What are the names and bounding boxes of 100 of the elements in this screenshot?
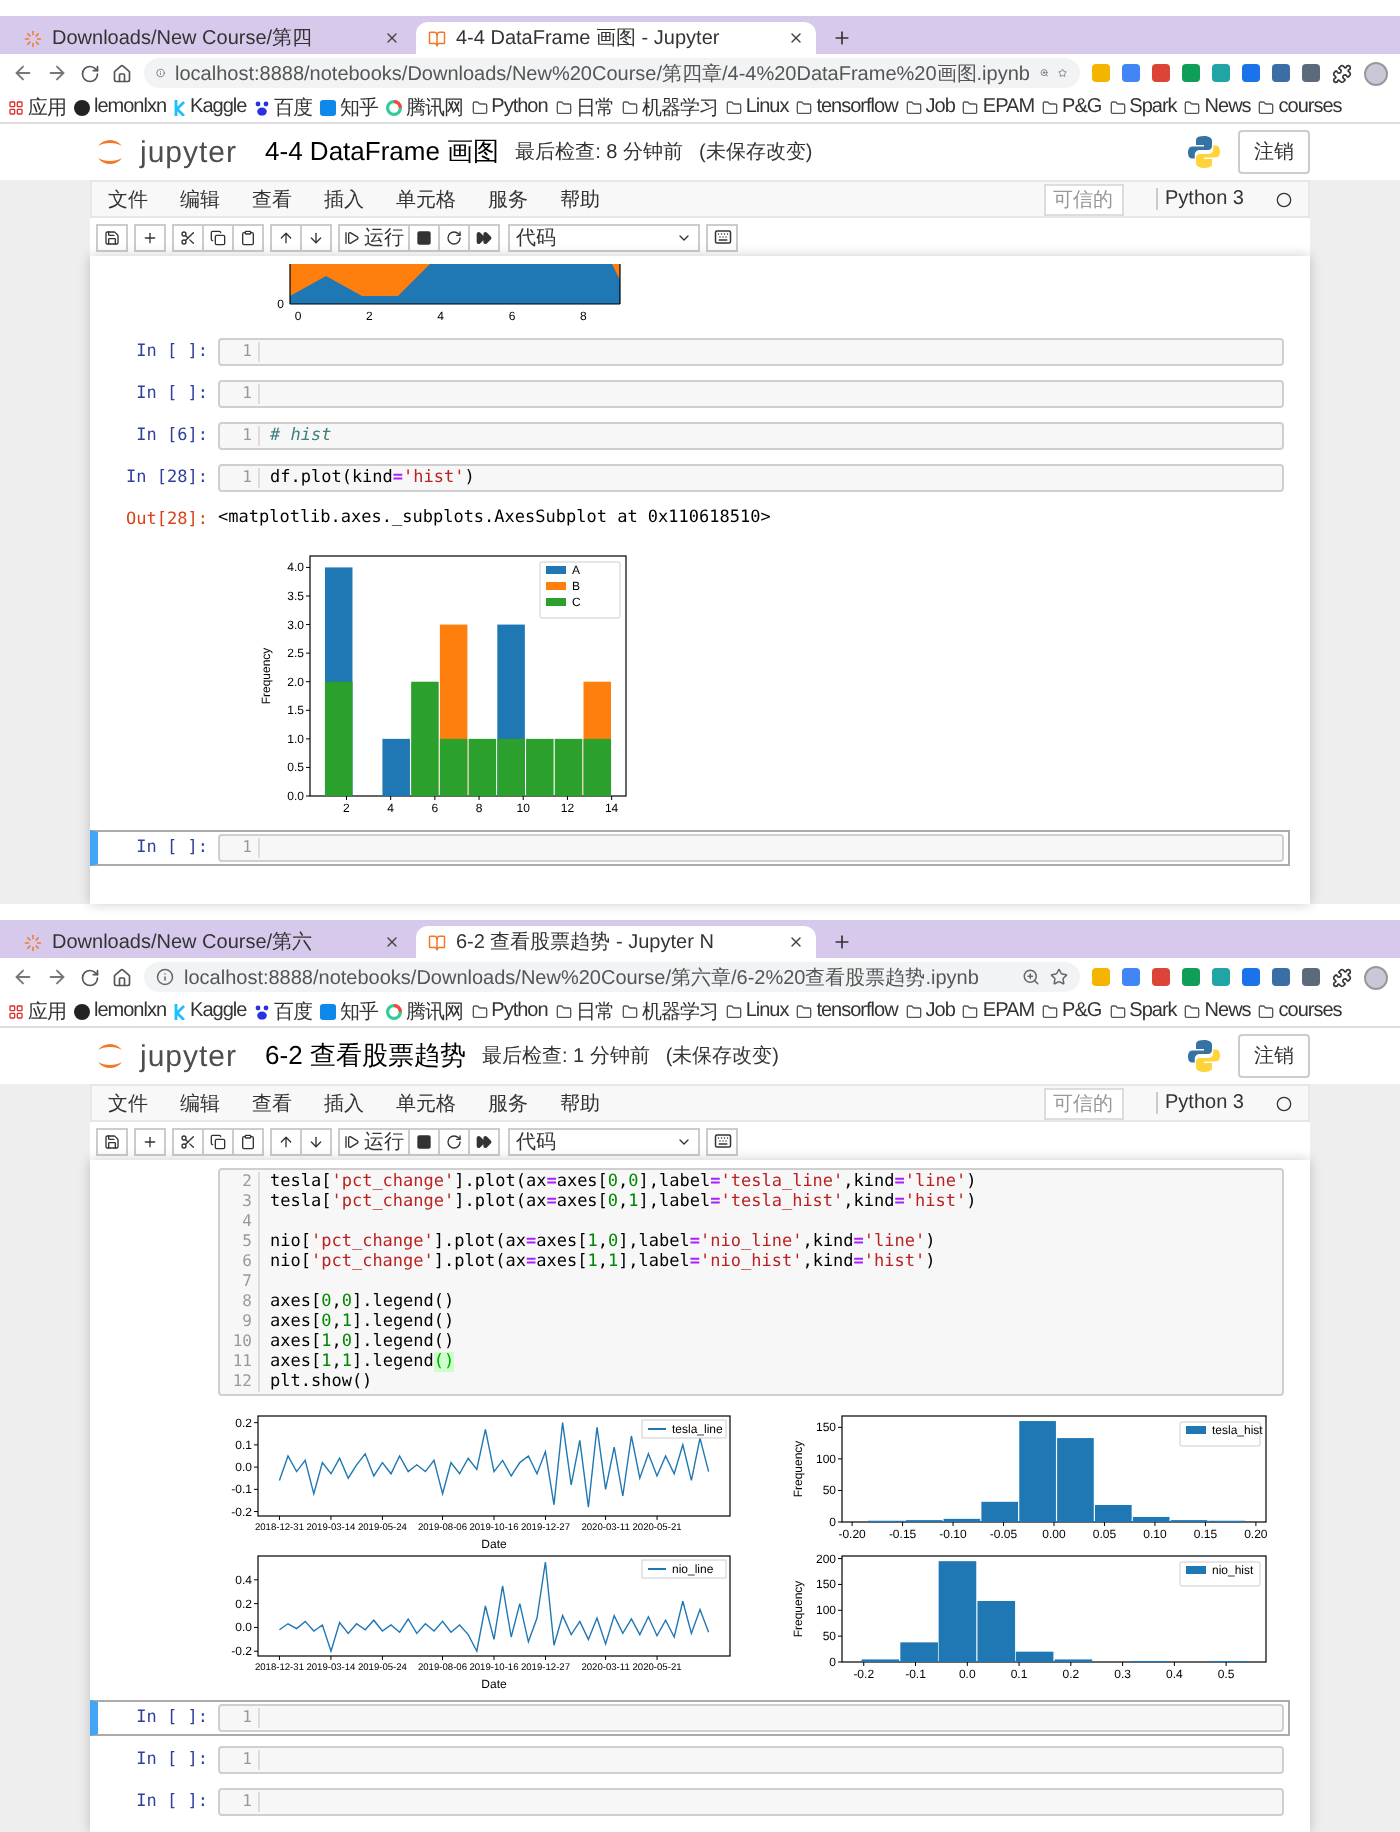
menu-item[interactable]: 单元格 (396, 1089, 456, 1117)
copy-button[interactable] (202, 1127, 234, 1155)
cell-type-select[interactable]: 代码 (508, 1127, 700, 1155)
logout-button[interactable]: 注销 (1238, 1034, 1310, 1078)
menu-item[interactable]: 服务 (488, 1089, 528, 1117)
browser-tab[interactable]: Downloads/New Course/第六 (12, 926, 412, 958)
run-all-button[interactable] (468, 1127, 500, 1155)
stop-button[interactable] (408, 1127, 440, 1155)
bookmark-link[interactable]: EPAM (962, 1000, 1035, 1022)
zoom-icon[interactable] (1022, 968, 1040, 986)
code-input[interactable]: 1 df.plot(kind='hist') (218, 464, 1284, 492)
menu-item[interactable]: 查看 (252, 185, 292, 213)
menu-item[interactable]: 查看 (252, 1089, 292, 1117)
bookmark-link[interactable]: 知乎 (320, 997, 379, 1025)
keyboard-button[interactable] (706, 223, 738, 251)
save-button[interactable] (96, 1127, 128, 1155)
run-button[interactable]: 运行 (338, 223, 410, 251)
bookmark-link[interactable]: 百度 (254, 93, 313, 121)
bookmark-link[interactable]: 百度 (254, 997, 313, 1025)
home-icon[interactable] (112, 967, 132, 987)
bookmark-link[interactable]: News (1184, 96, 1251, 118)
reload-icon[interactable] (80, 63, 100, 83)
add-cell-button[interactable] (134, 1127, 166, 1155)
cell-type-select[interactable]: 代码 (508, 223, 700, 251)
puzzle-icon[interactable] (1332, 63, 1352, 83)
save-button[interactable] (96, 223, 128, 251)
back-icon[interactable] (12, 966, 34, 988)
move-up-button[interactable] (270, 223, 302, 251)
bookmark-link[interactable]: 机器学习 (621, 93, 718, 121)
close-icon[interactable] (788, 934, 804, 950)
keyboard-button[interactable] (706, 1127, 738, 1155)
bookmark-link[interactable]: Python (471, 1000, 548, 1022)
code-input[interactable] (218, 1168, 1284, 1396)
menu-item[interactable]: 帮助 (560, 185, 600, 213)
browser-tab[interactable]: 6-2 查看股票趋势 - Jupyter N (416, 926, 816, 958)
browser-tab[interactable]: 4-4 DataFrame 画图 - Jupyter (416, 22, 816, 54)
bookmark-link[interactable]: 机器学习 (621, 997, 718, 1025)
forward-icon[interactable] (46, 62, 68, 84)
restart-button[interactable] (438, 1127, 470, 1155)
menu-item[interactable]: 文件 (108, 185, 148, 213)
address-field[interactable]: localhost:8888/notebooks/Downloads/New%20Course/第四章/4-4%20DataFrame%20画图.ipynb (144, 58, 1080, 88)
notebook-title[interactable]: 6-2 查看股票趋势 (265, 1038, 466, 1074)
bookmark-link[interactable]: Kaggle (174, 1000, 247, 1022)
bookmark-link[interactable]: 日常 (555, 997, 614, 1025)
forward-icon[interactable] (46, 966, 68, 988)
bookmark-link[interactable]: News (1184, 1000, 1251, 1022)
bookmark-link[interactable]: 腾讯网 (386, 997, 464, 1025)
add-cell-button[interactable] (134, 223, 166, 251)
star-icon[interactable] (1050, 968, 1068, 986)
menu-item[interactable]: 帮助 (560, 1089, 600, 1117)
home-icon[interactable] (112, 63, 132, 83)
move-up-button[interactable] (270, 1127, 302, 1155)
logout-button[interactable]: 注销 (1238, 130, 1310, 174)
bookmark-link[interactable]: Linux (725, 96, 789, 118)
bookmark-link[interactable]: lemonlxn (74, 1000, 167, 1022)
bookmark-link[interactable]: tensorflow (796, 96, 898, 118)
bookmark-link[interactable]: Job (905, 1000, 955, 1022)
move-down-button[interactable] (300, 1127, 332, 1155)
back-icon[interactable] (12, 62, 34, 84)
zoom-icon[interactable] (1039, 64, 1049, 82)
avatar-icon[interactable] (1364, 61, 1388, 85)
avatar-icon[interactable] (1364, 965, 1388, 989)
close-icon[interactable] (384, 30, 400, 46)
menu-item[interactable]: 编辑 (180, 1089, 220, 1117)
stop-button[interactable] (408, 223, 440, 251)
bookmark-link[interactable]: courses (1258, 96, 1342, 118)
bookmark-link[interactable]: lemonlxn (74, 96, 167, 118)
star-icon[interactable] (1058, 64, 1068, 82)
bookmark-link[interactable]: P&G (1042, 1000, 1102, 1022)
bookmark-link[interactable]: EPAM (962, 96, 1035, 118)
cut-button[interactable] (172, 1127, 204, 1155)
bookmark-link[interactable]: Kaggle (174, 96, 247, 118)
bookmark-link[interactable]: 应用 (8, 93, 66, 121)
run-all-button[interactable] (468, 223, 500, 251)
menu-item[interactable]: 编辑 (180, 185, 220, 213)
bookmark-link[interactable]: Spark (1109, 96, 1177, 118)
menu-item[interactable]: 文件 (108, 1089, 148, 1117)
copy-button[interactable] (202, 223, 234, 251)
menu-item[interactable]: 单元格 (396, 185, 456, 213)
menu-item[interactable]: 插入 (324, 185, 364, 213)
notebook-title[interactable]: 4-4 DataFrame 画图 (265, 134, 500, 170)
move-down-button[interactable] (300, 223, 332, 251)
bookmark-link[interactable]: P&G (1042, 96, 1102, 118)
close-icon[interactable] (788, 30, 804, 46)
menu-item[interactable]: 插入 (324, 1089, 364, 1117)
restart-button[interactable] (438, 223, 470, 251)
reload-icon[interactable] (80, 967, 100, 987)
menu-item[interactable]: 服务 (488, 185, 528, 213)
bookmark-link[interactable]: Python (471, 96, 548, 118)
bookmark-link[interactable]: 腾讯网 (386, 93, 464, 121)
bookmark-link[interactable]: 知乎 (320, 93, 379, 121)
paste-button[interactable] (232, 223, 264, 251)
browser-tab[interactable]: Downloads/New Course/第四 (12, 22, 412, 54)
close-icon[interactable] (384, 934, 400, 950)
code-input[interactable]: 1 # hist (218, 422, 1284, 450)
cut-button[interactable] (172, 223, 204, 251)
bookmark-link[interactable]: 应用 (8, 997, 66, 1025)
bookmark-link[interactable]: 日常 (555, 93, 614, 121)
bookmark-link[interactable]: Linux (725, 1000, 789, 1022)
bookmark-link[interactable]: Spark (1109, 1000, 1177, 1022)
